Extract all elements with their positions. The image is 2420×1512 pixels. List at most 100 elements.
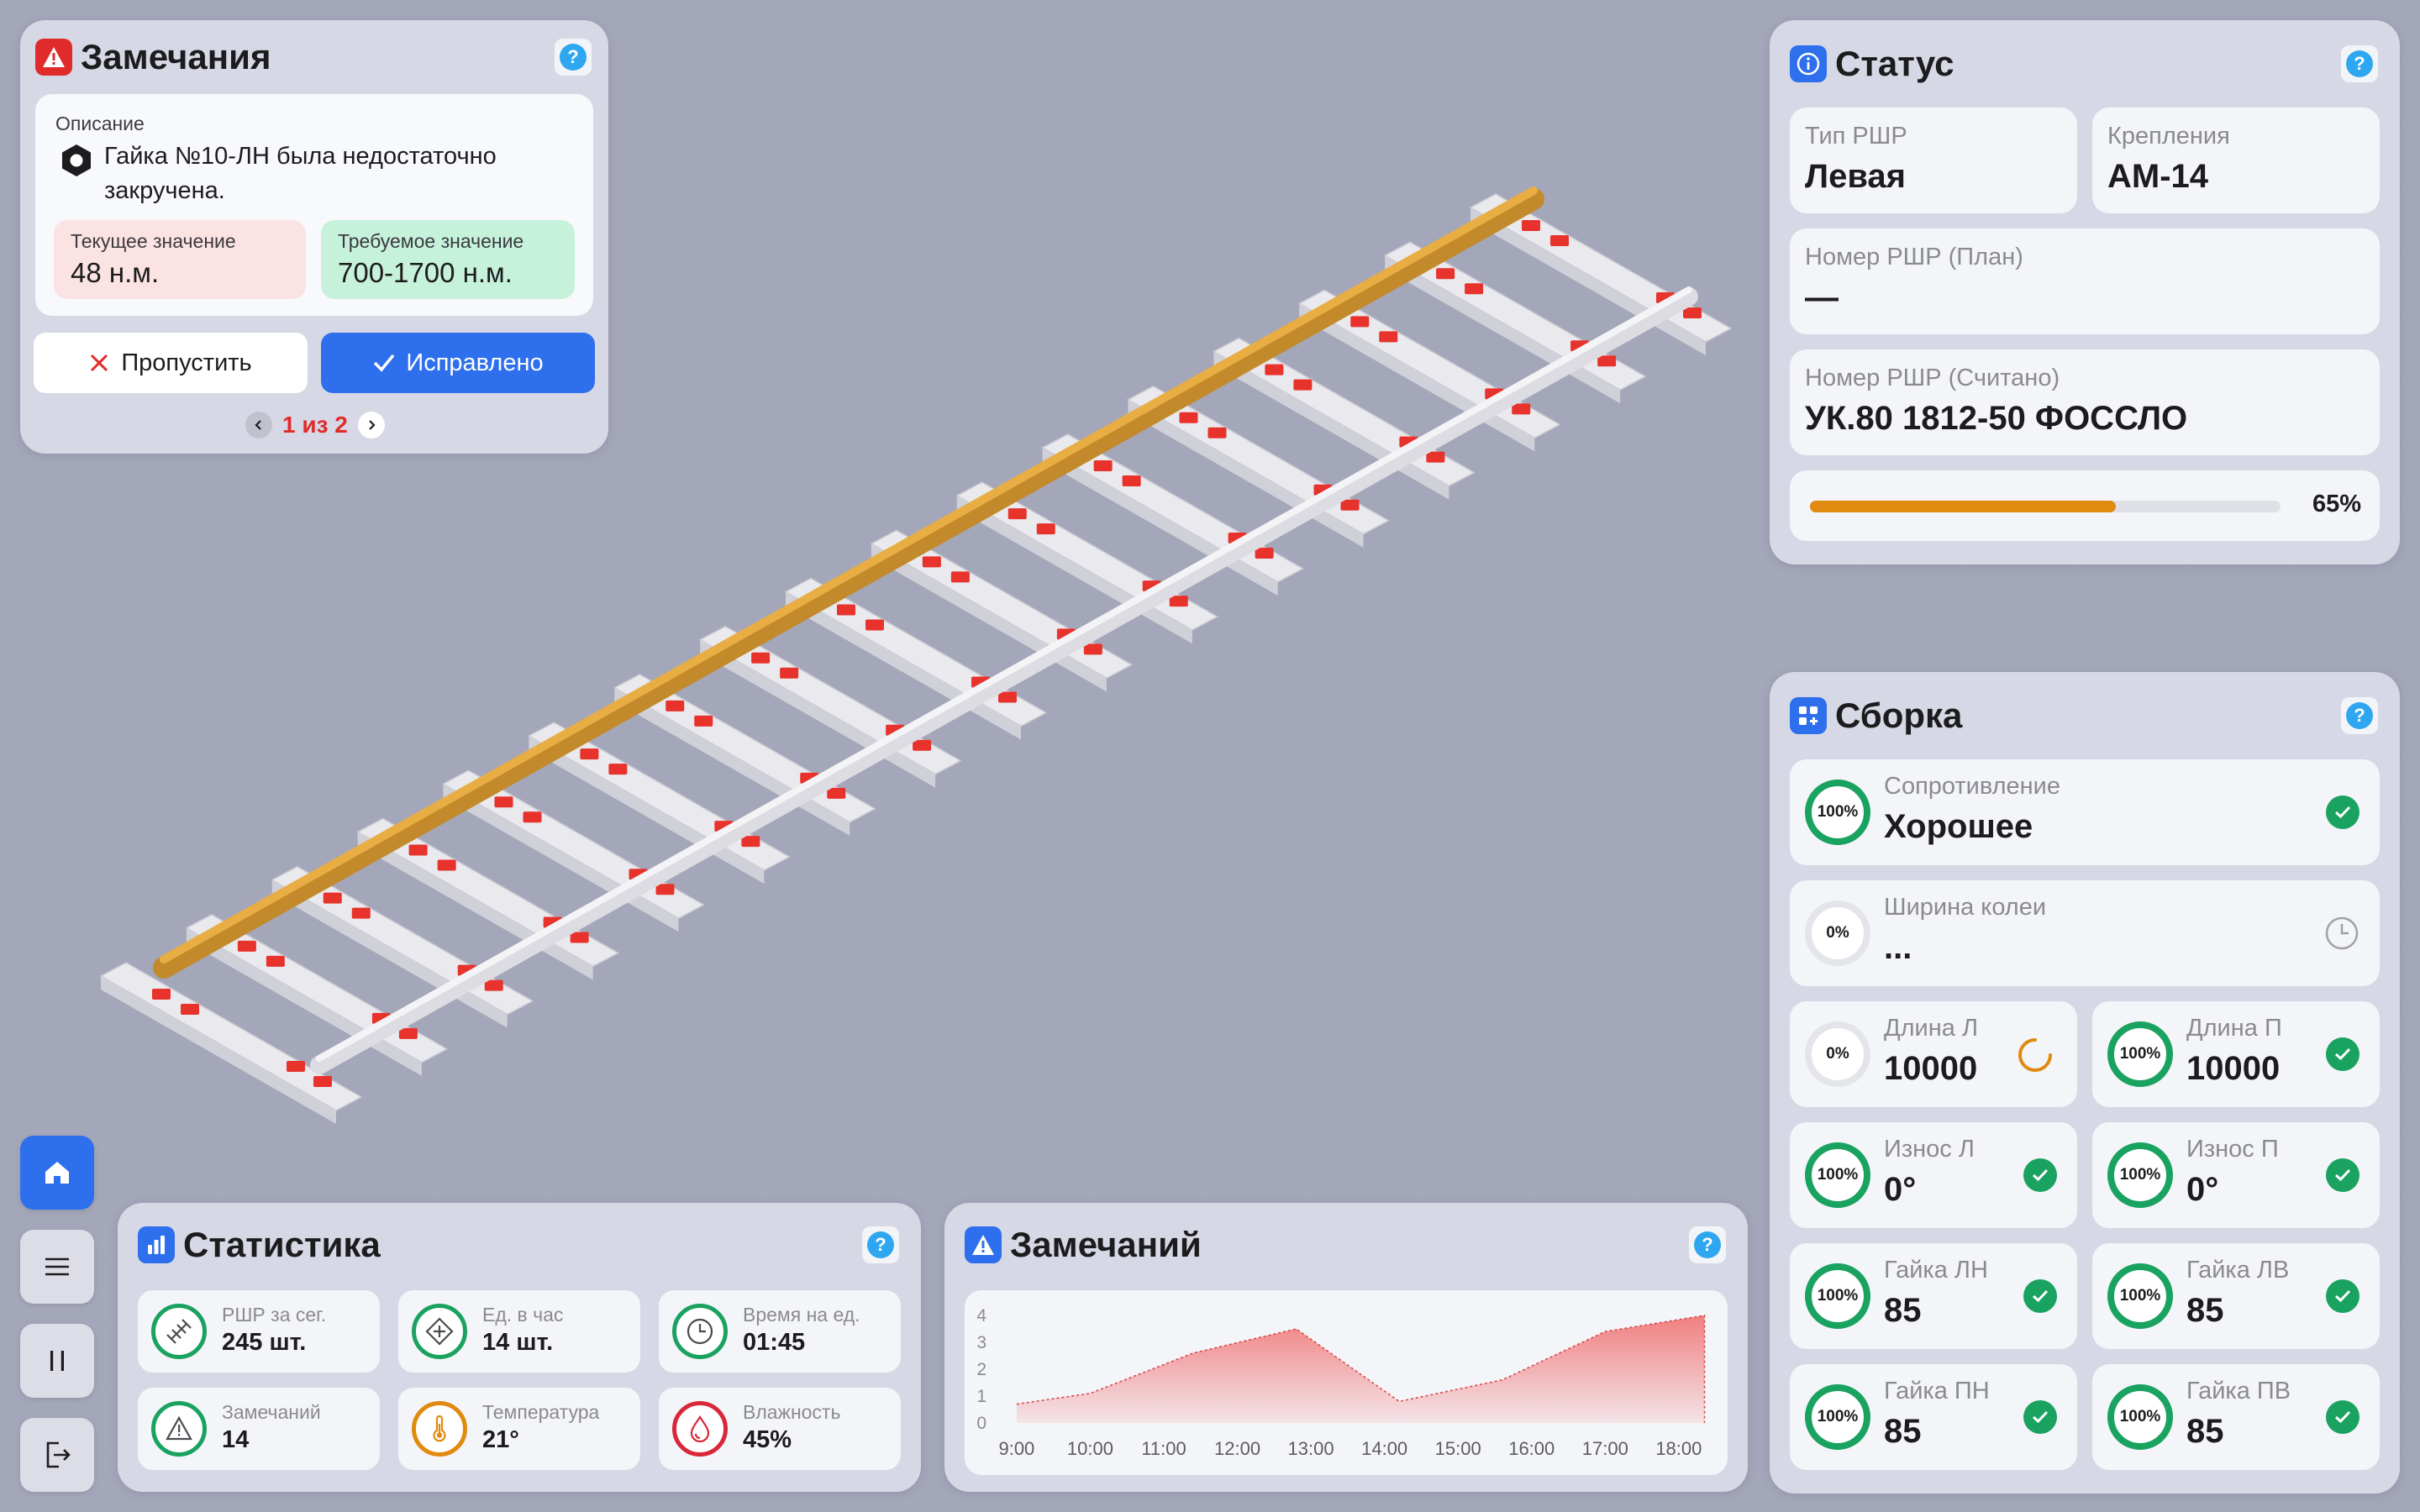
fastener <box>950 571 970 583</box>
home-button[interactable] <box>20 1136 94 1210</box>
fastener <box>1036 523 1055 535</box>
rails-icon <box>151 1304 207 1359</box>
fastener <box>484 979 503 991</box>
fastener <box>523 811 542 823</box>
nut-pn-card: 100% Гайка ПН 85 <box>1790 1364 2077 1470</box>
status-help-button[interactable]: ? <box>2341 45 2378 82</box>
length-r-label: Длина П <box>2186 1015 2282 1042</box>
fastener <box>837 604 855 616</box>
thermometer-icon <box>412 1401 467 1457</box>
stat-label: Ед. в час <box>482 1304 564 1326</box>
x-tick-label: 9:00 <box>998 1438 1034 1459</box>
statistics-help-button[interactable]: ? <box>862 1226 899 1263</box>
stat-value: 01:45 <box>743 1329 806 1356</box>
fastener <box>780 667 799 679</box>
fastener <box>827 787 846 799</box>
assembly-title: Сборка <box>1790 696 1962 736</box>
fastener <box>287 1061 305 1072</box>
fastener <box>1522 220 1540 231</box>
fastener <box>1255 547 1274 559</box>
stat-card-time-per-unit: Время на ед. 01:45 <box>659 1290 901 1373</box>
nut-lv-label: Гайка ЛВ <box>2186 1257 2290 1284</box>
skip-label: Пропустить <box>121 349 252 376</box>
assembly-help-button[interactable]: ? <box>2341 697 2378 734</box>
skip-button[interactable]: Пропустить <box>34 333 308 393</box>
nut-ln-label: Гайка ЛН <box>1884 1257 1988 1284</box>
remarks-title: Замечания <box>35 37 271 77</box>
type-label: Тип РШР <box>1805 123 1907 150</box>
fastener <box>152 989 171 1000</box>
nut-lv-value: 85 <box>2186 1292 2224 1329</box>
stat-label: РШР за сег. <box>222 1304 327 1326</box>
help-icon: ? <box>2346 50 2373 77</box>
apps-icon <box>1790 697 1827 734</box>
pager-prev-button[interactable] <box>245 412 272 438</box>
chart-card: 0 1 2 3 4 9:00 10:00 11:00 12:00 13:00 14:00 15:00… <box>965 1290 1728 1475</box>
status-panel: Статус ? Тип РШР Левая Крепления АМ-14 Н… <box>1770 20 2400 564</box>
nut-pn-label: Гайка ПН <box>1884 1378 1990 1404</box>
fastener <box>1293 379 1313 391</box>
remarks-chart-help-button[interactable]: ? <box>1689 1226 1726 1263</box>
fastener <box>1436 268 1455 280</box>
drop-icon <box>672 1401 728 1457</box>
pause-button[interactable] <box>20 1324 94 1398</box>
y-tick-label: 3 <box>976 1333 986 1352</box>
menu-button[interactable] <box>20 1230 94 1304</box>
x-tick-label: 10:00 <box>1067 1438 1113 1459</box>
crosshair-icon <box>412 1304 467 1359</box>
check-circle-icon <box>2326 1037 2360 1071</box>
remarks-help-button[interactable]: ? <box>555 39 592 76</box>
resistance-progress-ring: 100% <box>1805 780 1870 845</box>
fixed-button[interactable]: Исправлено <box>321 333 595 393</box>
warning-icon <box>965 1226 1002 1263</box>
wear-r-card: 100% Износ П 0° <box>2092 1122 2380 1228</box>
fasteners-value: АМ-14 <box>2107 158 2209 195</box>
fastener <box>1597 355 1617 367</box>
progress-track <box>1810 501 2281 512</box>
fastener <box>694 715 713 727</box>
logout-icon <box>46 1441 71 1468</box>
fasteners-card: Крепления АМ-14 <box>2092 108 2380 213</box>
check-icon <box>372 353 396 373</box>
nut-ln-card: 100% Гайка ЛН 85 <box>1790 1243 2077 1349</box>
length-l-label: Длина Л <box>1884 1015 1978 1042</box>
remarks-chart-title: Замечаний <box>965 1225 1202 1265</box>
nut-ln-progress-ring: 100% <box>1805 1263 1870 1329</box>
statistics-title: Статистика <box>138 1225 381 1265</box>
statistics-panel: Статистика ? РШР за сег. 245 шт. Ед. в ч… <box>118 1203 921 1492</box>
chevron-left-icon <box>255 420 261 430</box>
pager: 1 из 2 <box>245 410 385 440</box>
wear-r-value: 0° <box>2186 1171 2219 1208</box>
stat-value: 245 шт. <box>222 1329 307 1356</box>
resistance-value: Хорошее <box>1884 808 2033 845</box>
check-circle-icon <box>2326 1158 2360 1192</box>
type-card: Тип РШР Левая <box>1790 108 2077 213</box>
y-tick-label: 2 <box>976 1360 986 1379</box>
length-l-card: 0% Длина Л 10000 <box>1790 1001 2077 1107</box>
fastener <box>1465 283 1484 295</box>
type-value: Левая <box>1805 158 1906 195</box>
stat-value: 21° <box>482 1426 519 1453</box>
logout-button[interactable] <box>20 1418 94 1492</box>
pager-next-button[interactable] <box>357 412 385 438</box>
nut-pn-progress-ring: 100% <box>1805 1384 1870 1450</box>
remarks-chart-panel: Замечаний ? 0 1 2 3 4 9:00 10:00 11:00 12:00 13:… <box>944 1203 1748 1492</box>
x-tick-label: 17:00 <box>1582 1438 1628 1459</box>
remarks-chart-title-text: Замечаний <box>1010 1225 1202 1264</box>
help-icon: ? <box>867 1231 894 1258</box>
fastener <box>266 955 285 967</box>
chevron-right-icon <box>369 420 376 430</box>
fastener <box>1265 364 1284 375</box>
help-icon: ? <box>1694 1231 1721 1258</box>
required-value-box: Требуемое значение 700-1700 н.м. <box>321 220 575 299</box>
check-circle-icon <box>2023 1400 2057 1434</box>
nut-pv-card: 100% Гайка ПВ 85 <box>2092 1364 2380 1470</box>
fastener <box>1550 235 1569 246</box>
length-r-card: 100% Длина П 10000 <box>2092 1001 2380 1107</box>
help-icon: ? <box>2346 702 2373 729</box>
gauge-card: 0% Ширина колеи ... <box>1790 880 2380 986</box>
loading-spinner-icon <box>2017 1037 2054 1078</box>
remarks-panel: Замечания ? Описание Гайка №10-ЛН была н… <box>20 20 608 454</box>
fastener <box>1093 459 1113 471</box>
fastener <box>913 739 932 751</box>
